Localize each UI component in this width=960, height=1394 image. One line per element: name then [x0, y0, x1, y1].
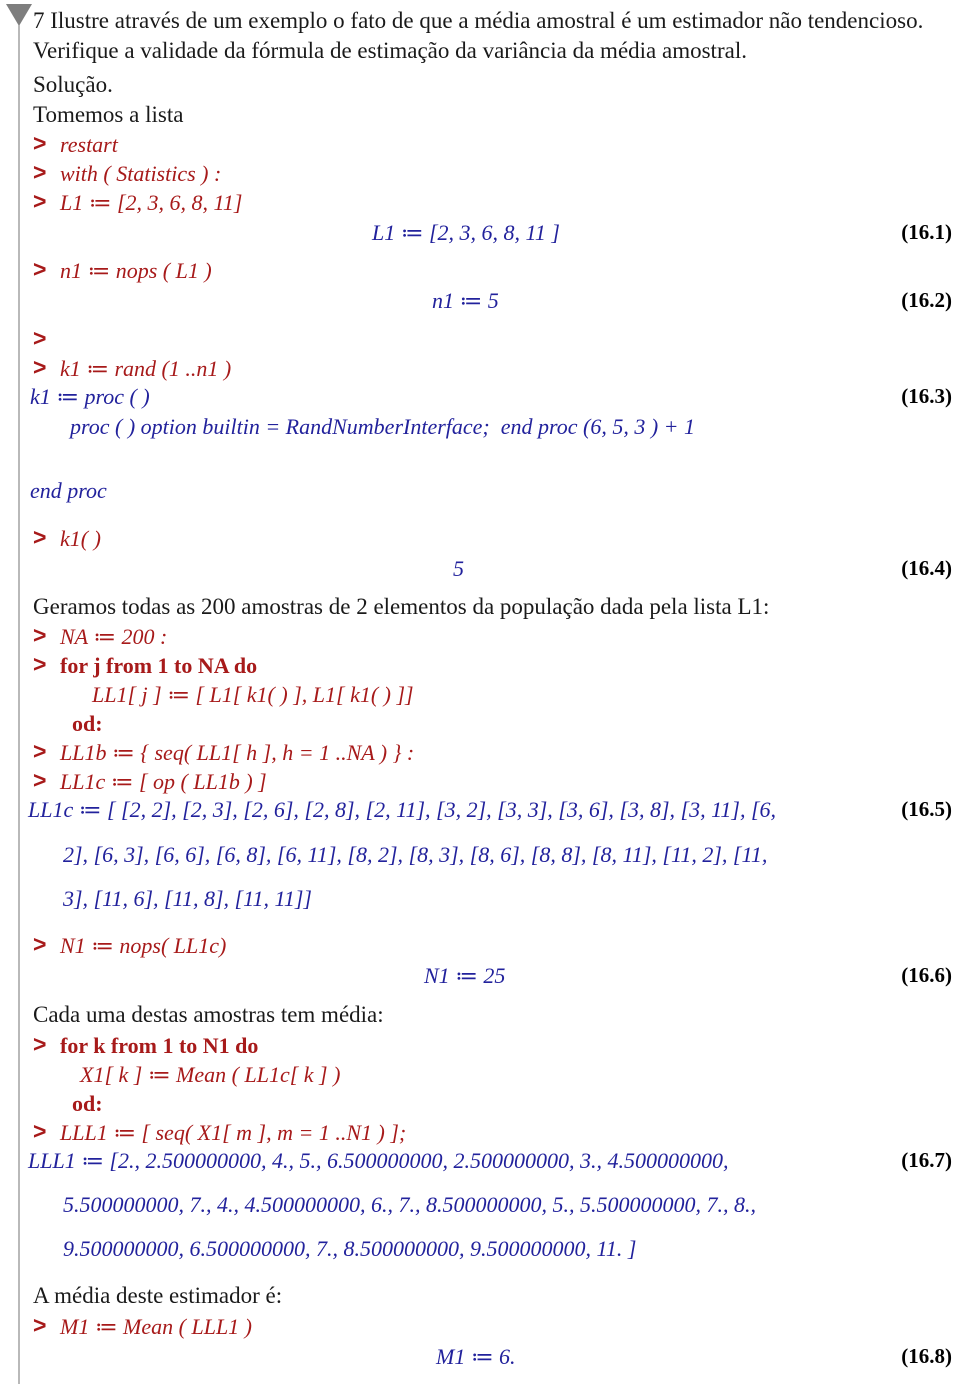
input-for-j-end[interactable]: od: [72, 709, 103, 738]
input-for-j-body[interactable]: LL1[ j ] ≔ [ L1[ k1( ) ], L1[ k1( ) ]] [92, 680, 414, 709]
prompt-lll1-assign[interactable]: > [33, 1117, 46, 1146]
equation-label-16-1[interactable]: (16.1) [901, 218, 952, 247]
prompt-l1-assign[interactable]: > [33, 187, 46, 216]
input-ll1c-assign[interactable]: LL1c ≔ [ op ( LL1b ) ] [60, 767, 267, 796]
equation-label-16-5[interactable]: (16.5) [901, 795, 952, 824]
input-lll1-assign[interactable]: LLL1 ≔ [ seq( X1[ m ], m = 1 ..N1 ) ]; [60, 1118, 406, 1147]
equation-label-16-2[interactable]: (16.2) [901, 286, 952, 315]
output-16-7-line-3: 9.500000000, 6.500000000, 7., 8.50000000… [63, 1236, 637, 1261]
prompt-restart[interactable]: > [33, 129, 46, 158]
output-16-2: n1 ≔ 5 [432, 288, 499, 313]
input-restart[interactable]: restart [60, 130, 118, 159]
input-with-statistics[interactable]: with ( Statistics ) : [60, 159, 221, 188]
exercise-statement-line-2: Verifique a validade da fórmula de estim… [33, 38, 747, 63]
input-n1-count[interactable]: N1 ≔ nops( LL1c) [60, 931, 226, 960]
input-for-k-end[interactable]: od: [72, 1089, 103, 1118]
prompt-ll1b-assign[interactable]: > [33, 737, 46, 766]
input-k1-call[interactable]: k1( ) [60, 524, 101, 553]
equation-label-16-8[interactable]: (16.8) [901, 1342, 952, 1371]
output-16-8: M1 ≔ 6. [436, 1344, 516, 1369]
each-sample-mean-text: Cada uma destas amostras tem média: [33, 1002, 384, 1027]
output-16-5-line-2: 2], [6, 3], [6, 6], [6, 8], [6, 11], [8,… [63, 842, 768, 867]
take-list-text: Tomemos a lista [33, 102, 184, 127]
worksheet-content: 7 Ilustre através de um exemplo o fato d… [0, 0, 960, 1394]
input-for-k-head[interactable]: for k from 1 to N1 do [60, 1031, 258, 1060]
prompt-n1-assign[interactable]: > [33, 255, 46, 284]
output-16-3-line-3: end proc [30, 478, 107, 503]
output-16-5-line-1: LL1c ≔ [ [2, 2], [2, 3], [2, 6], [2, 8],… [28, 797, 777, 822]
output-16-1: L1 ≔ [2, 3, 6, 8, 11 ] [372, 220, 560, 245]
prompt-na-assign[interactable]: > [33, 621, 46, 650]
equation-label-16-4[interactable]: (16.4) [901, 554, 952, 583]
input-na-assign[interactable]: NA ≔ 200 : [60, 622, 167, 651]
prompt-empty[interactable]: > [33, 324, 46, 353]
estimator-mean-text: A média deste estimador é: [33, 1283, 283, 1308]
prompt-k1-assign[interactable]: > [33, 353, 46, 382]
input-for-j-head[interactable]: for j from 1 to NA do [60, 651, 257, 680]
input-n1-assign[interactable]: n1 ≔ nops ( L1 ) [60, 256, 212, 285]
input-for-k-body[interactable]: X1[ k ] ≔ Mean ( LL1c[ k ] ) [80, 1060, 340, 1089]
output-16-7-line-1: LLL1 ≔ [2., 2.500000000, 4., 5., 6.50000… [28, 1148, 729, 1173]
solution-heading: Solução. [33, 72, 113, 97]
output-16-7-line-2: 5.500000000, 7., 4., 4.500000000, 6., 7.… [63, 1192, 756, 1217]
exercise-statement-line-1: 7 Ilustre através de um exemplo o fato d… [33, 8, 924, 33]
prompt-n1-count[interactable]: > [33, 930, 46, 959]
prompt-for-k[interactable]: > [33, 1030, 46, 1059]
equation-label-16-6[interactable]: (16.6) [901, 961, 952, 990]
output-16-3-line-2: proc ( ) option builtin = RandNumberInte… [70, 414, 696, 439]
prompt-k1-call[interactable]: > [33, 523, 46, 552]
prompt-ll1c-assign[interactable]: > [33, 766, 46, 795]
input-k1-assign[interactable]: k1 ≔ rand (1 ..n1 ) [60, 354, 231, 383]
equation-label-16-3[interactable]: (16.3) [901, 382, 952, 411]
input-m1-assign[interactable]: M1 ≔ Mean ( LLL1 ) [60, 1312, 252, 1341]
output-16-3-line-1: k1 ≔ proc ( ) [30, 382, 150, 412]
generate-samples-text: Geramos todas as 200 amostras de 2 eleme… [33, 594, 770, 619]
output-16-3-text-1: k1 ≔ proc ( ) [30, 384, 150, 409]
equation-label-16-7[interactable]: (16.7) [901, 1146, 952, 1175]
prompt-with-statistics[interactable]: > [33, 158, 46, 187]
prompt-for-j[interactable]: > [33, 650, 46, 679]
output-16-5-line-3: 3], [11, 6], [11, 8], [11, 11]] [63, 886, 312, 911]
input-ll1b-assign[interactable]: LL1b ≔ { seq( LL1[ h ], h = 1 ..NA ) } : [60, 738, 414, 767]
output-16-6: N1 ≔ 25 [424, 963, 506, 988]
input-l1-assign[interactable]: L1 ≔ [2, 3, 6, 8, 11] [60, 188, 242, 217]
output-16-4: 5 [453, 556, 464, 581]
prompt-m1-assign[interactable]: > [33, 1311, 46, 1340]
